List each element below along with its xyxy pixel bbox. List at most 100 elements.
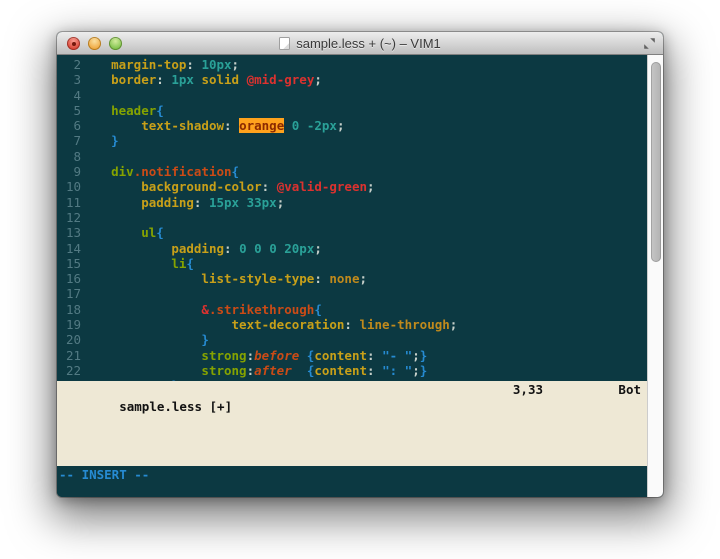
code-token: strong <box>201 363 246 378</box>
traffic-lights <box>67 37 122 50</box>
vim-window: sample.less + (~) – VIM1 2 margin-top: 1… <box>57 32 663 497</box>
status-bar: sample.less [+] 3,33 Bot <box>57 381 647 466</box>
line-number: 14 <box>59 241 81 256</box>
minimize-button[interactable] <box>88 37 101 50</box>
code-token: : <box>367 363 382 378</box>
code-token: ; <box>277 195 285 210</box>
code-token: : <box>194 195 209 210</box>
line-number: 6 <box>59 118 81 133</box>
line-number: 10 <box>59 179 81 194</box>
code-token: 0 <box>254 241 262 256</box>
code-line: 21 strong:before {content: "- ";} <box>59 348 647 363</box>
code-token: .strikethrough <box>209 302 314 317</box>
code-line: 7 } <box>59 133 647 148</box>
modified-dot-icon <box>72 42 76 46</box>
code-token <box>299 348 307 363</box>
code-line: 6 text-shadow: orange 0 -2px; <box>59 118 647 133</box>
line-number: 7 <box>59 133 81 148</box>
title-bar[interactable]: sample.less + (~) – VIM1 <box>57 32 663 55</box>
code-token: 10px <box>201 57 231 72</box>
code-token: : <box>224 118 239 133</box>
code-token: strong <box>201 348 246 363</box>
editor-column: 2 margin-top: 10px;3 border: 1px solid @… <box>57 55 647 497</box>
code-token: ; <box>232 57 240 72</box>
title-group: sample.less + (~) – VIM1 <box>279 36 441 51</box>
line-number: 20 <box>59 332 81 347</box>
code-token: : <box>186 57 201 72</box>
code-token: 1px <box>171 72 194 87</box>
code-line: 15 li{ <box>59 256 647 271</box>
code-token: } <box>111 133 119 148</box>
line-number: 16 <box>59 271 81 286</box>
scrollbar-track[interactable] <box>647 55 663 497</box>
code-token: list-style-type <box>201 271 314 286</box>
code-token: & <box>201 302 209 317</box>
code-token <box>81 195 141 210</box>
code-token: "- " <box>382 348 412 363</box>
code-token: padding <box>171 241 224 256</box>
code-token: text-shadow <box>141 118 224 133</box>
code-token: ": " <box>382 363 412 378</box>
code-line: 8 <box>59 149 647 164</box>
code-token: ; <box>450 317 458 332</box>
line-number: 13 <box>59 225 81 240</box>
code-token: 20px <box>284 241 314 256</box>
code-token: padding <box>141 195 194 210</box>
code-token: 15px <box>209 195 239 210</box>
code-token: line-through <box>359 317 449 332</box>
code-area[interactable]: 2 margin-top: 10px;3 border: 1px solid @… <box>57 55 647 381</box>
code-token: : <box>247 348 255 363</box>
code-token: -2px <box>307 118 337 133</box>
code-token <box>239 72 247 87</box>
code-token <box>81 241 171 256</box>
line-number: 8 <box>59 149 81 164</box>
code-token: before <box>254 348 299 363</box>
fullscreen-button[interactable] <box>643 37 656 50</box>
code-token <box>81 133 111 148</box>
expand-arrows-icon <box>643 37 656 50</box>
code-line: 16 list-style-type: none; <box>59 271 647 286</box>
code-token <box>81 225 141 240</box>
code-token: content <box>314 363 367 378</box>
code-token: div <box>111 164 134 179</box>
code-token: } <box>201 332 209 347</box>
code-line: 18 &.strikethrough{ <box>59 302 647 317</box>
code-token <box>81 57 111 72</box>
insert-mode-indicator: -- INSERT -- <box>59 467 149 482</box>
code-token: border <box>111 72 156 87</box>
code-token: header <box>111 103 156 118</box>
line-number: 5 <box>59 103 81 118</box>
code-token: ; <box>359 271 367 286</box>
code-token: : <box>247 363 255 378</box>
code-token: } <box>420 363 428 378</box>
code-token: ; <box>412 363 420 378</box>
zoom-button[interactable] <box>109 37 122 50</box>
scrollbar-thumb[interactable] <box>651 62 661 262</box>
code-line: 10 background-color: @valid-green; <box>59 179 647 194</box>
code-token: after <box>254 363 292 378</box>
code-token <box>81 72 111 87</box>
status-scroll-position: Bot <box>618 381 641 398</box>
code-line: 14 padding: 0 0 0 20px; <box>59 241 647 256</box>
code-token <box>81 332 201 347</box>
code-token: { <box>156 225 164 240</box>
code-token: ; <box>337 118 345 133</box>
code-token <box>81 348 201 363</box>
code-token: { <box>232 164 240 179</box>
code-token: ul <box>141 225 156 240</box>
code-token <box>284 118 292 133</box>
code-token: margin-top <box>111 57 186 72</box>
code-token: ; <box>314 72 322 87</box>
line-number: 4 <box>59 88 81 103</box>
code-line: 20 } <box>59 332 647 347</box>
line-number: 9 <box>59 164 81 179</box>
code-line: 13 ul{ <box>59 225 647 240</box>
close-button[interactable] <box>67 37 80 50</box>
code-line: 17 <box>59 286 647 301</box>
main-row: 2 margin-top: 10px;3 border: 1px solid @… <box>57 55 663 497</box>
code-token <box>81 118 141 133</box>
code-token: solid <box>201 72 239 87</box>
code-line: 22 strong:after {content: ": ";} <box>59 363 647 378</box>
code-token <box>299 118 307 133</box>
code-line: 2 margin-top: 10px; <box>59 57 647 72</box>
